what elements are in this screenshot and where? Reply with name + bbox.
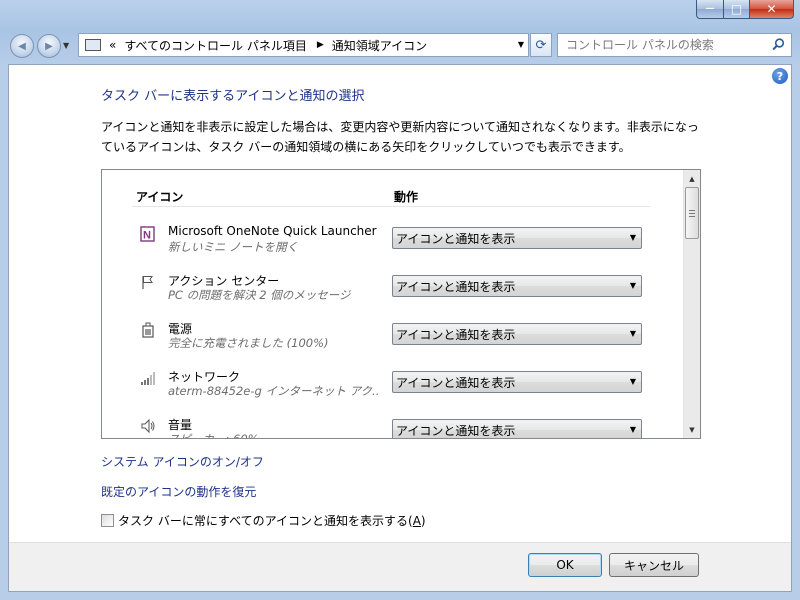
action-select[interactable]: アイコンと通知を表示 ▼ [392,419,642,438]
close-icon: ✕ [766,2,777,16]
item-description: aterm-88452e-g インターネット アク... [168,384,378,398]
grip-line [689,216,695,217]
forward-arrow-icon: ▶ [45,40,53,52]
search-input[interactable] [564,37,768,53]
grip-line [689,213,695,214]
address-dropdown-icon[interactable]: ▼ [518,40,524,49]
header-divider [132,206,650,207]
system-icons-link[interactable]: システム アイコンのオン/オフ [101,453,264,470]
action-select[interactable]: アイコンと通知を表示 ▼ [392,323,642,345]
page-title: タスク バーに表示するアイコンと通知の選択 [101,89,365,104]
dropdown-arrow-icon: ▼ [629,425,636,434]
svg-text:N: N [143,230,151,242]
vertical-scrollbar[interactable]: ▲ ▼ [683,170,700,438]
checkbox-label-end: ) [420,514,426,528]
back-button[interactable]: ◀ [10,34,34,58]
speaker-icon [140,418,156,434]
dropdown-arrow-icon: ▼ [629,281,636,290]
refresh-button[interactable]: ⟳ [530,33,552,57]
address-bar[interactable]: « すべてのコントロール パネル項目 ▶ 通知領域アイコン ▼ [78,33,529,57]
scroll-thumb[interactable] [685,187,699,239]
breadcrumb-separator-icon[interactable]: ▶ [317,40,324,50]
column-header-action: 動作 [394,190,419,204]
maximize-icon: □ [730,2,743,16]
action-select-value: アイコンと通知を表示 [396,279,516,294]
list-item: 音量 スピーカー: 60% アイコンと通知を表示 ▼ [102,416,682,439]
ok-button[interactable]: OK [528,553,602,577]
back-arrow-icon: ◀ [18,40,26,52]
icon-list: アイコン 動作 N Microsoft OneNote Quick Launch… [101,169,701,439]
recent-pages-dropdown[interactable]: ▼ [63,41,69,50]
control-panel-icon [85,39,101,51]
dropdown-arrow-icon: ▼ [629,329,636,338]
list-item: アクション センター PC の問題を解決 2 個のメッセージ アイコンと通知を表… [102,272,682,320]
grip-line [689,210,695,211]
list-item: ネットワーク aterm-88452e-g インターネット アク... アイコン… [102,368,682,416]
item-name: Microsoft OneNote Quick Launcher [168,224,377,238]
action-select-value: アイコンと通知を表示 [396,423,516,438]
network-icon [140,370,156,386]
forward-button[interactable]: ▶ [37,34,61,58]
breadcrumb-notification-icons[interactable]: 通知領域アイコン [332,37,427,54]
action-select-value: アイコンと通知を表示 [396,375,516,390]
breadcrumb-all-items[interactable]: すべてのコントロール パネル項目 [124,37,307,54]
column-header-icon: アイコン [136,190,184,204]
window-frame: — □ ✕ ◀ ▶ ▼ « すべてのコントロール パネル項目 ▶ 通知領域アイコ… [0,0,800,600]
close-button[interactable]: ✕ [750,0,794,19]
caption-buttons: — □ ✕ [696,0,794,20]
action-select-value: アイコンと通知を表示 [396,231,516,246]
minimize-button[interactable]: — [696,0,724,19]
search-box[interactable] [557,33,792,57]
power-icon [140,322,156,338]
action-select[interactable]: アイコンと通知を表示 ▼ [392,275,642,297]
action-select[interactable]: アイコンと通知を表示 ▼ [392,227,642,249]
minimize-icon: — [705,4,715,14]
dropdown-arrow-icon: ▼ [629,377,636,386]
scroll-down-icon[interactable]: ▼ [684,421,700,438]
item-description: 完全に充電されました (100%) [168,336,329,350]
page-description: アイコンと通知を非表示に設定した場合は、変更内容や更新内容について通知されなくな… [101,120,699,154]
search-icon[interactable] [772,38,785,55]
item-description: 新しいミニ ノートを開く [168,240,299,254]
checkbox-label-text: タスク バーに常にすべてのアイコンと通知を表示する( [118,514,413,528]
scroll-up-icon[interactable]: ▲ [684,170,700,187]
onenote-icon: N [140,226,156,242]
maximize-button[interactable]: □ [724,0,750,19]
restore-defaults-link[interactable]: 既定のアイコンの動作を復元 [101,483,256,500]
list-item: 電源 完全に充電されました (100%) アイコンと通知を表示 ▼ [102,320,682,368]
item-description: スピーカー: 60% [168,432,259,439]
navigation-bar: ◀ ▶ ▼ « すべてのコントロール パネル項目 ▶ 通知領域アイコン ▼ ⟳ [8,33,792,59]
action-select-value: アイコンと通知を表示 [396,327,516,342]
checkbox-label[interactable]: タスク バーに常にすべてのアイコンと通知を表示する(A) [118,512,426,529]
help-icon[interactable]: ? [772,68,788,84]
always-show-checkbox-row[interactable]: タスク バーに常にすべてのアイコンと通知を表示する(A) [101,512,426,529]
checkbox-accelerator: A [412,514,421,528]
dropdown-arrow-icon: ▼ [629,233,636,242]
list-item: N Microsoft OneNote Quick Launcher 新しいミニ… [102,224,682,272]
refresh-icon: ⟳ [535,37,547,53]
always-show-checkbox[interactable] [101,514,114,527]
action-select[interactable]: アイコンと通知を表示 ▼ [392,371,642,393]
item-description: PC の問題を解決 2 個のメッセージ [168,288,351,302]
content-area: ? タスク バーに表示するアイコンと通知の選択 アイコンと通知を非表示に設定した… [8,64,792,592]
cancel-button[interactable]: キャンセル [609,553,699,577]
dialog-footer: OK キャンセル [9,542,791,591]
flag-icon [140,274,156,290]
address-chevron[interactable]: « [109,38,116,52]
